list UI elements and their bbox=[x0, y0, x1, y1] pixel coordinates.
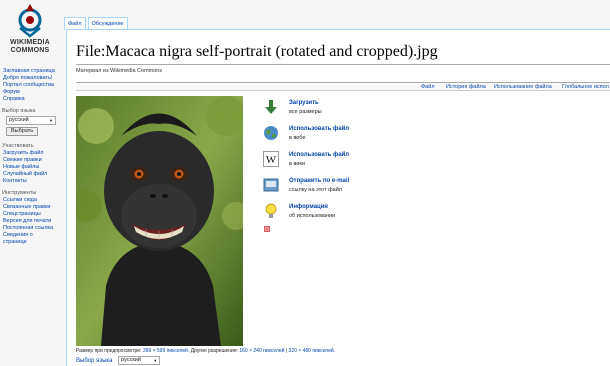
action-use-on-wiki[interactable]: W Использовать файл в вики bbox=[263, 151, 393, 177]
wikipedia-icon: W bbox=[263, 151, 279, 167]
toc-file[interactable]: Файл bbox=[421, 84, 435, 91]
bottom-language-value: русский bbox=[121, 357, 141, 363]
title-divider bbox=[76, 64, 610, 65]
sidebar-item-special-pages[interactable]: Спецстраницы bbox=[0, 211, 66, 218]
sidebar-item-main-page[interactable]: Заглавная страница bbox=[0, 68, 66, 75]
sidebar-item-help[interactable]: Справка bbox=[0, 96, 66, 103]
preview-prefix: Размер при предпросмотре: bbox=[76, 348, 143, 354]
page-subtitle: Материал из Wikimedia Commons bbox=[76, 68, 163, 74]
preview-size-link[interactable]: 399 × 599 пикселей bbox=[143, 348, 188, 354]
toc-file-history[interactable]: История файла bbox=[446, 84, 486, 91]
preview-resolution-line: Размер при предпросмотре: 399 × 599 пикс… bbox=[76, 348, 335, 354]
action-desc: в вики bbox=[289, 161, 305, 167]
sidebar-item-what-links-here[interactable]: Ссылки сюда bbox=[0, 197, 66, 204]
resolution-link-320[interactable]: 320 × 480 пикселей bbox=[289, 348, 334, 354]
file-toc-bar: Файл История файла Использование файла Г… bbox=[76, 82, 610, 91]
language-select-button[interactable]: Выбрать bbox=[6, 127, 39, 136]
language-heading: Выбор языка bbox=[2, 108, 36, 114]
sidebar-item-forum[interactable]: Форум bbox=[0, 89, 66, 96]
globe-icon bbox=[264, 126, 278, 140]
sidebar-item-printable[interactable]: Версия для печати bbox=[0, 218, 66, 225]
tools-heading: Инструменты bbox=[2, 190, 37, 196]
svg-text:W: W bbox=[266, 154, 277, 166]
sidebar: Заглавная страница Добро пожаловать! Пор… bbox=[0, 68, 66, 246]
logo-text-line2: COMMONS bbox=[10, 47, 50, 54]
chevron-down-icon: ▼ bbox=[153, 358, 158, 363]
action-use-on-web[interactable]: Использовать файл в вебе bbox=[263, 125, 393, 151]
preview-end: . bbox=[333, 348, 336, 354]
sidebar-item-related-changes[interactable]: Связанные правки bbox=[0, 204, 66, 211]
action-desc: об использовании bbox=[289, 213, 336, 219]
sidebar-item-random-file[interactable]: Случайный файл bbox=[0, 171, 66, 178]
toc-global-usage[interactable]: Глобальное испол bbox=[562, 84, 609, 91]
action-title: Использовать файл bbox=[289, 152, 350, 158]
language-select-value: русский bbox=[9, 117, 29, 123]
action-email[interactable]: Отправить по e-mail ссылку на этот файл bbox=[263, 177, 393, 203]
language-select[interactable]: русский ▼ bbox=[6, 116, 56, 125]
page-title: File:Macaca nigra self-portrait (rotated… bbox=[76, 43, 438, 60]
toc-file-usage[interactable]: Использование файла bbox=[494, 84, 552, 91]
lightbulb-icon bbox=[265, 203, 277, 218]
commons-logo-icon bbox=[18, 4, 42, 38]
action-info[interactable]: Информация об использовании bbox=[263, 203, 393, 229]
file-preview-image[interactable] bbox=[76, 96, 243, 346]
action-desc: все размеры bbox=[289, 109, 322, 115]
sidebar-item-contact[interactable]: Контакты bbox=[0, 178, 66, 185]
sidebar-item-welcome[interactable]: Добро пожаловать! bbox=[0, 75, 66, 82]
sidebar-item-new-files[interactable]: Новые файлы bbox=[0, 164, 66, 171]
action-title: Информация bbox=[289, 204, 328, 210]
action-desc: в вебе bbox=[289, 135, 306, 141]
sidebar-item-page-info[interactable]: Сведения о bbox=[0, 232, 66, 239]
download-icon bbox=[265, 100, 277, 114]
sidebar-item-community-portal[interactable]: Портал сообщества bbox=[0, 82, 66, 89]
bottom-language-label: Выбор языка bbox=[76, 358, 113, 365]
bottom-language-selector: Выбор языка русский ▼ bbox=[76, 356, 161, 365]
preview-mid: . Другие разрешения: bbox=[187, 348, 240, 354]
content-area: File:Macaca nigra self-portrait (rotated… bbox=[66, 29, 610, 366]
action-desc: ссылку на этот файл bbox=[289, 187, 343, 193]
chevron-down-icon: ▼ bbox=[49, 118, 53, 123]
action-title: Использовать файл bbox=[289, 126, 350, 132]
resolution-link-160[interactable]: 160 × 240 пикселей bbox=[239, 348, 284, 354]
action-title: Отправить по e-mail bbox=[289, 178, 350, 184]
action-download[interactable]: Загрузить все размеры bbox=[263, 99, 393, 125]
close-icon[interactable]: × bbox=[264, 226, 270, 232]
sidebar-item-page-info-cont[interactable]: странице bbox=[0, 239, 66, 246]
wikimedia-commons-logo[interactable]: WIKIMEDIA COMMONS bbox=[0, 0, 60, 60]
bottom-language-select[interactable]: русский ▼ bbox=[118, 356, 161, 365]
sidebar-item-permalink[interactable]: Постоянная ссылка bbox=[0, 225, 66, 232]
file-actions: Загрузить все размеры Использовать файл … bbox=[263, 99, 393, 229]
sidebar-item-upload[interactable]: Загрузить файл bbox=[0, 150, 66, 157]
participate-heading: Участвовать bbox=[2, 143, 34, 149]
logo-text-line1: WIKIMEDIA bbox=[10, 39, 50, 46]
sidebar-item-recent-changes[interactable]: Свежие правки bbox=[0, 157, 66, 164]
action-title: Загрузить bbox=[289, 100, 319, 106]
email-icon bbox=[263, 178, 279, 192]
